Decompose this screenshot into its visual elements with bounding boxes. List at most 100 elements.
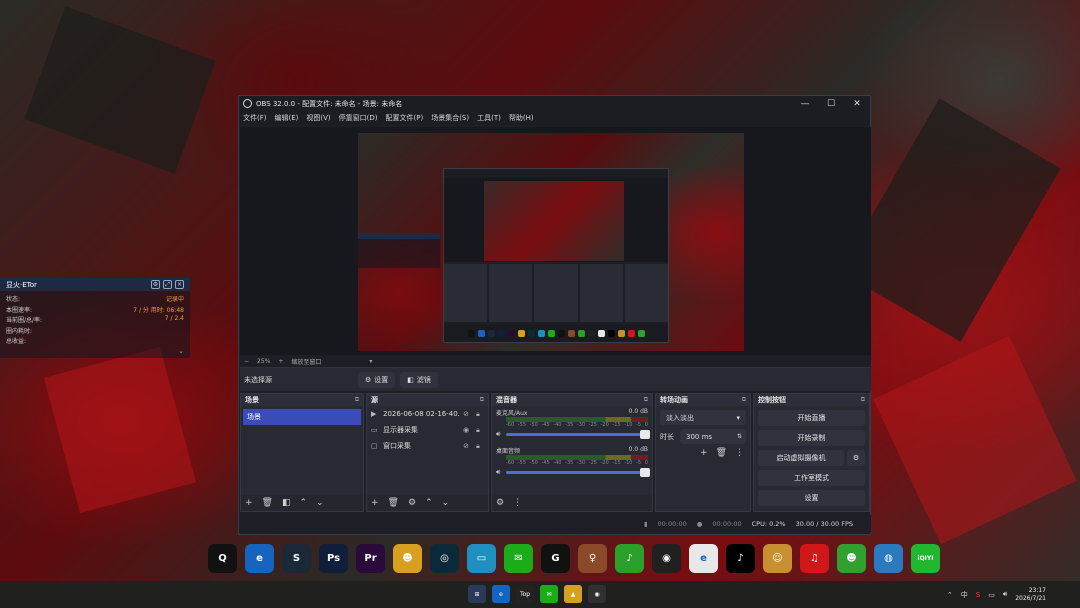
slider-knob[interactable]: [640, 467, 650, 477]
popout-icon[interactable]: ⧉: [480, 396, 484, 404]
menu-tools[interactable]: 工具(T): [477, 113, 501, 123]
iqiyi-icon[interactable]: iQIYI: [911, 544, 940, 573]
expand-icon[interactable]: ⤢: [163, 280, 172, 289]
preview-canvas[interactable]: [358, 133, 744, 351]
photoshop-icon[interactable]: Ps: [319, 544, 348, 573]
menu-view[interactable]: 视图(V): [306, 113, 330, 123]
monitor-icon[interactable]: ▭: [467, 544, 496, 573]
popout-icon[interactable]: ⧉: [861, 396, 865, 404]
steam-icon[interactable]: S: [282, 544, 311, 573]
menu-file[interactable]: 文件(F): [243, 113, 267, 123]
gear-icon[interactable]: ⚙: [408, 498, 416, 508]
start-icon[interactable]: ⊞: [468, 585, 486, 603]
trash-icon[interactable]: 🗑: [388, 498, 399, 508]
source-item[interactable]: ▶ 2026-06-08 02-16-40.mkv ⊘ 🔒︎: [367, 406, 488, 422]
source-item[interactable]: ▭ 显示器采集 ◉ 🔒︎: [367, 422, 488, 438]
popout-icon[interactable]: ⧉: [355, 396, 359, 404]
tray-chevron-icon[interactable]: ⌃: [947, 591, 953, 599]
game-icon[interactable]: ♀: [578, 544, 607, 573]
spinner-icon[interactable]: ⇅: [737, 433, 742, 440]
speaker-icon[interactable]: 🔊︎: [496, 468, 503, 477]
app-icon[interactable]: ▲: [564, 585, 582, 603]
menu-profile[interactable]: 配置文件(P): [386, 113, 424, 123]
studio-mode-button[interactable]: 工作室模式: [758, 470, 865, 486]
browser-icon[interactable]: e: [492, 585, 510, 603]
popout-icon[interactable]: ⧉: [644, 396, 648, 404]
start-recording-button[interactable]: 开始录制: [758, 430, 865, 446]
preview-area[interactable]: [240, 127, 871, 355]
volume-slider[interactable]: 🔊︎: [496, 429, 650, 439]
app3-icon[interactable]: G: [541, 544, 570, 573]
obs-icon[interactable]: ◉: [652, 544, 681, 573]
app4-icon[interactable]: ♪: [615, 544, 644, 573]
premiere-icon[interactable]: Pr: [356, 544, 385, 573]
move-down-icon[interactable]: ⌄: [442, 498, 450, 508]
app-icon[interactable]: ☻: [393, 544, 422, 573]
chevron-down-icon[interactable]: ▾: [369, 358, 372, 365]
source-item[interactable]: ▢ 窗口采集 ⊘ 🔒︎: [367, 438, 488, 454]
lock-icon[interactable]: 🔒︎: [472, 426, 484, 435]
move-down-icon[interactable]: ⌄: [316, 498, 324, 508]
obs-icon[interactable]: ◉: [588, 585, 606, 603]
zoom-in-button[interactable]: +: [278, 358, 283, 365]
speaker-icon[interactable]: 🔊︎: [1003, 590, 1007, 599]
edge-icon[interactable]: e: [245, 544, 274, 573]
app2-icon[interactable]: ◎: [430, 544, 459, 573]
app-tray-icon[interactable]: S: [976, 591, 980, 599]
slider-knob[interactable]: [640, 429, 650, 439]
zoom-mode-select[interactable]: 缩放至窗口: [291, 357, 321, 366]
browser-icon[interactable]: e: [689, 544, 718, 573]
gear-icon[interactable]: ⚙: [151, 280, 160, 289]
zoom-out-button[interactable]: −: [244, 358, 249, 365]
more-icon[interactable]: ⋮: [513, 498, 522, 508]
volume-slider[interactable]: 🔊︎: [496, 467, 650, 477]
netease-music-icon[interactable]: ♫: [800, 544, 829, 573]
close-icon[interactable]: ×: [175, 280, 184, 289]
scene-item[interactable]: 场景: [243, 409, 361, 425]
chevron-down-icon[interactable]: ⌄: [6, 347, 184, 355]
network-icon[interactable]: ▭: [988, 591, 995, 599]
settings-button[interactable]: ⚙ 设置: [358, 371, 396, 388]
trash-icon[interactable]: 🗑: [716, 448, 727, 458]
add-icon[interactable]: +: [700, 448, 708, 458]
transition-select[interactable]: 淡入淡出 ▾: [660, 410, 746, 425]
maximize-button[interactable]: ☐: [818, 99, 844, 109]
clock[interactable]: 23:17 2026/7/21: [1015, 587, 1046, 603]
trash-icon[interactable]: 🗑: [262, 498, 273, 508]
globe-icon[interactable]: ◍: [874, 544, 903, 573]
move-up-icon[interactable]: ⌃: [425, 498, 433, 508]
app6-icon[interactable]: ☻: [837, 544, 866, 573]
more-icon[interactable]: ⋮: [735, 448, 744, 458]
eye-hidden-icon[interactable]: ⊘: [460, 442, 472, 450]
eye-hidden-icon[interactable]: ⊘: [460, 410, 472, 418]
eye-icon[interactable]: ◉: [460, 426, 472, 434]
ime-indicator[interactable]: 中: [961, 590, 968, 600]
menu-help[interactable]: 帮助(H): [509, 113, 534, 123]
move-up-icon[interactable]: ⌃: [300, 498, 308, 508]
lock-icon[interactable]: 🔒︎: [472, 410, 484, 419]
top-app-icon[interactable]: Top: [516, 585, 534, 603]
filters-button[interactable]: ◧ 滤镜: [400, 371, 438, 388]
add-icon[interactable]: +: [245, 498, 253, 508]
settings-button[interactable]: 设置: [758, 490, 865, 506]
lock-icon[interactable]: 🔒︎: [472, 442, 484, 451]
advanced-audio-icon[interactable]: ⚙: [496, 498, 504, 508]
app5-icon[interactable]: ☺: [763, 544, 792, 573]
filter-icon[interactable]: ◧: [282, 498, 291, 508]
menu-scene-collection[interactable]: 场景集合(S): [431, 113, 469, 123]
duration-input[interactable]: 300 ms ⇅: [680, 429, 746, 444]
minimize-button[interactable]: —: [792, 99, 818, 109]
start-virtual-camera-button[interactable]: 启动虚拟摄像机: [758, 450, 844, 466]
wechat-icon[interactable]: ✉: [504, 544, 533, 573]
close-button[interactable]: ✕: [844, 99, 870, 109]
qq-icon[interactable]: Q: [208, 544, 237, 573]
menu-edit[interactable]: 编辑(E): [275, 113, 299, 123]
menu-docks[interactable]: 停靠窗口(D): [339, 113, 378, 123]
start-streaming-button[interactable]: 开始直播: [758, 410, 865, 426]
speaker-icon[interactable]: 🔊︎: [496, 430, 503, 439]
wechat-icon[interactable]: ✉: [540, 585, 558, 603]
gear-icon[interactable]: ⚙: [847, 450, 865, 466]
popout-icon[interactable]: ⧉: [742, 396, 746, 404]
add-icon[interactable]: +: [371, 498, 379, 508]
tiktok-icon[interactable]: ♪: [726, 544, 755, 573]
